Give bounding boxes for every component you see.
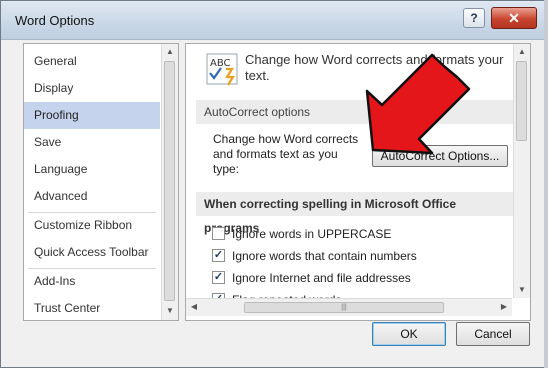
background-window-edge	[544, 0, 548, 368]
word-options-dialog: Word Options ? ✕ General Display Proofin…	[0, 0, 546, 368]
red-pointer-arrow-icon	[365, 53, 471, 155]
